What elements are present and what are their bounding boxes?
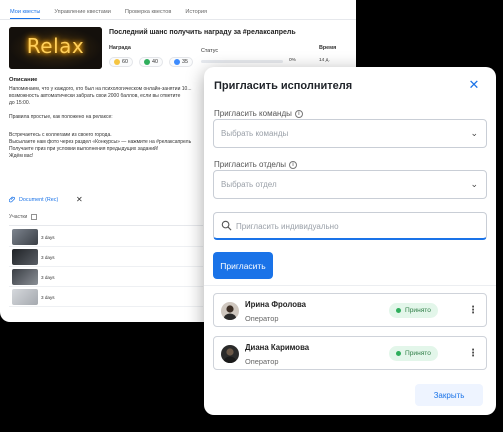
reward-badge: 40	[139, 57, 163, 67]
progress-percent: 0%	[289, 58, 296, 63]
works-heading: Участки	[9, 214, 38, 220]
user-name: Ирина Фролова	[245, 300, 306, 309]
quest-title: Последний шанс получить награду за #рела…	[109, 29, 296, 36]
more-options-icon[interactable]: ⋮	[468, 302, 478, 320]
status-label: Статус	[201, 48, 219, 54]
quest-progress-bar	[201, 60, 283, 63]
status-dot-icon	[396, 351, 401, 356]
info-icon[interactable]: i	[294, 109, 303, 118]
sort-icon[interactable]	[31, 214, 38, 220]
time-remaining: 14 д.	[319, 58, 330, 63]
user-role: Оператор	[245, 314, 279, 323]
invited-user-card: Ирина Фролова Оператор Принято ⋮	[213, 293, 487, 327]
modal-title: Пригласить исполнителя	[214, 80, 353, 92]
departments-label: Пригласить отделы i	[214, 160, 297, 169]
tab-review-quests[interactable]: Проверка квестов	[125, 9, 171, 19]
departments-select[interactable]: Выбрать отдел ⌄	[213, 170, 487, 199]
info-icon[interactable]: i	[289, 160, 297, 169]
individual-search-input[interactable]: Пригласить индивидуально	[213, 212, 487, 240]
work-row[interactable]: 3 days	[9, 228, 203, 247]
status-dot-icon	[396, 308, 401, 313]
description-line: Ждём вас!	[9, 153, 34, 159]
lightning-icon	[174, 59, 180, 65]
description-line: до 15:00.	[9, 100, 30, 106]
close-icon[interactable]: ✕	[466, 77, 482, 93]
work-row[interactable]: 3 days	[9, 288, 203, 307]
reward-badge: 35	[169, 57, 193, 67]
quest-tabs: Мои квесты Управление квестами Проверка …	[0, 0, 356, 20]
reward-badges: 60 40 35	[109, 57, 193, 67]
user-name: Диана Каримова	[245, 343, 310, 352]
description-line: Правила простые, как положено на релаксе…	[9, 114, 113, 120]
work-thumbnail	[12, 269, 38, 285]
reward-badge: 60	[109, 57, 133, 67]
reward-label: Награда	[109, 45, 131, 51]
description-heading: Описание	[9, 77, 38, 83]
search-icon	[221, 220, 232, 231]
coin-icon	[114, 59, 120, 65]
work-thumbnail	[12, 289, 38, 305]
teams-select[interactable]: Выбрать команды ⌄	[213, 119, 487, 148]
neon-relax-sign: Relax	[26, 34, 85, 58]
work-row[interactable]: 3 days	[9, 268, 203, 287]
document-link[interactable]: Document (Rec)	[9, 196, 58, 203]
chevron-down-icon: ⌄	[470, 179, 478, 189]
work-thumbnail	[12, 229, 38, 245]
user-role: Оператор	[245, 357, 279, 366]
remove-document-icon[interactable]: ✕	[76, 195, 83, 204]
time-label: Время	[319, 45, 337, 51]
invited-user-card: Диана Каримова Оператор Принято ⋮	[213, 336, 487, 370]
avatar	[221, 302, 239, 320]
tab-my-quests[interactable]: Мои квесты	[10, 9, 41, 19]
tab-history[interactable]: История	[185, 9, 207, 19]
close-button[interactable]: Закрыть	[415, 384, 483, 406]
more-options-icon[interactable]: ⋮	[468, 345, 478, 363]
work-thumbnail	[12, 249, 38, 265]
paperclip-icon	[9, 196, 16, 203]
invite-performer-modal: Пригласить исполнителя ✕ Пригласить кома…	[204, 67, 496, 415]
tab-manage-quests[interactable]: Управление квестами	[54, 9, 111, 19]
chevron-down-icon: ⌄	[470, 128, 478, 138]
status-badge: Принято	[389, 303, 438, 318]
avatar	[221, 345, 239, 363]
invite-button[interactable]: Пригласить	[213, 252, 273, 279]
quest-cover-image: Relax	[9, 27, 102, 69]
trophy-icon	[144, 59, 150, 65]
work-row[interactable]: 3 days	[9, 248, 203, 267]
status-badge: Принято	[389, 346, 438, 361]
teams-label: Пригласить команды i	[214, 109, 303, 118]
